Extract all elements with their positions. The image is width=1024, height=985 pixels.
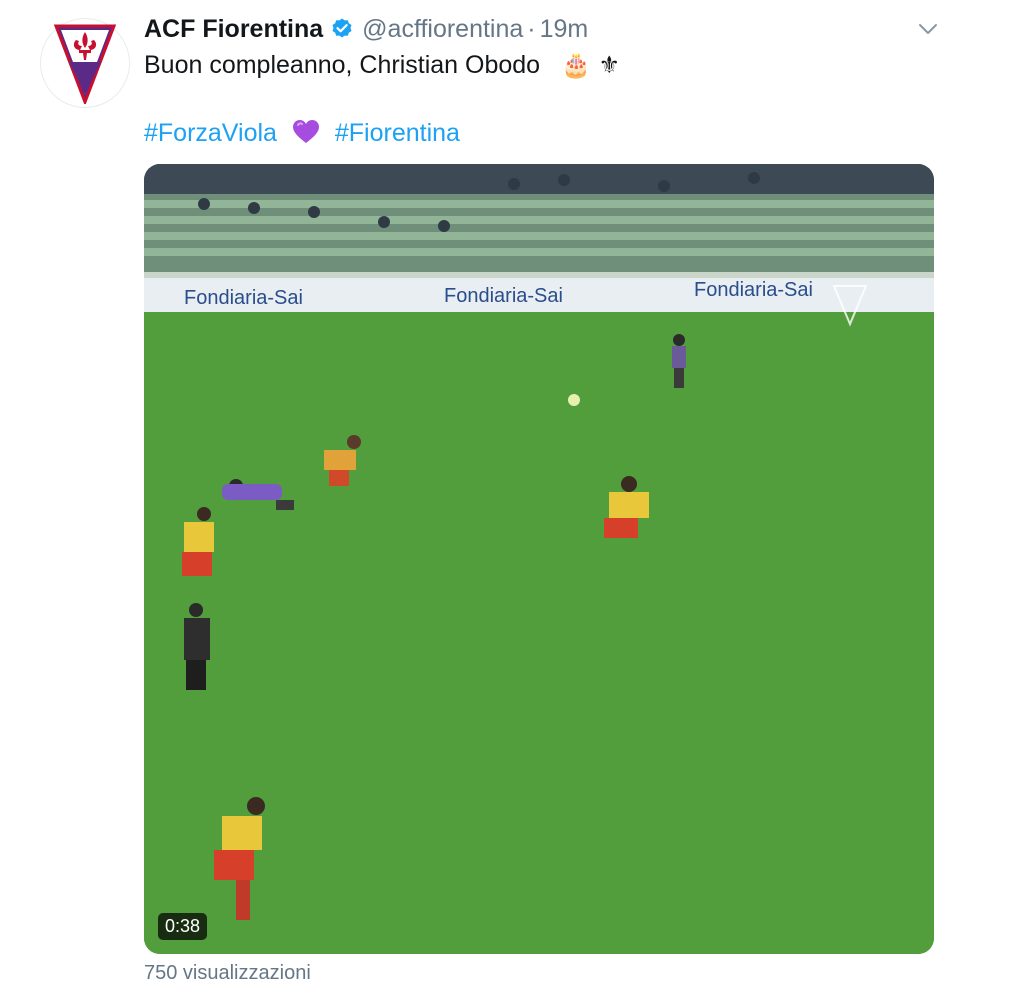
separator-dot: · [527,14,536,43]
user-handle[interactable]: @acffiorentina [362,15,523,44]
video-duration: 0:38 [158,913,208,940]
hashtag-fiorentina[interactable]: #Fiorentina [335,119,460,147]
chevron-down-icon[interactable] [915,18,941,40]
hashtag-line: #ForzaViola #Fiorentina [144,116,460,154]
profile-avatar[interactable] [40,18,130,108]
tweet-emojis: 🎂 ⚜ [561,51,621,79]
ad-board-3: Fondiaria-Sai [694,279,813,301]
ad-board-2: Fondiaria-Sai [444,285,563,307]
video-player[interactable]: Fondiaria-Sai Fondiaria-Sai Fondiaria-Sa… [144,164,934,954]
view-count: 750 visualizzazioni [144,962,311,984]
purple-heart-icon [292,119,320,154]
verified-icon [330,17,354,41]
tweet-text: Buon compleanno, Christian Obodo 🎂 ⚜ [144,48,620,82]
fiorentina-logo-icon [53,24,117,104]
display-name[interactable]: ACF Fiorentina [144,15,323,44]
video-frame: Fondiaria-Sai Fondiaria-Sai Fondiaria-Sa… [144,164,934,954]
hashtag-forzaviola[interactable]: #ForzaViola [144,119,277,147]
tweet-text-body: Buon compleanno, Christian Obodo [144,51,541,79]
tweet-header: ACF Fiorentina @acffiorentina · 19m [144,12,588,46]
ad-board-1: Fondiaria-Sai [184,287,303,309]
tweet-timestamp[interactable]: 19m [540,15,589,44]
